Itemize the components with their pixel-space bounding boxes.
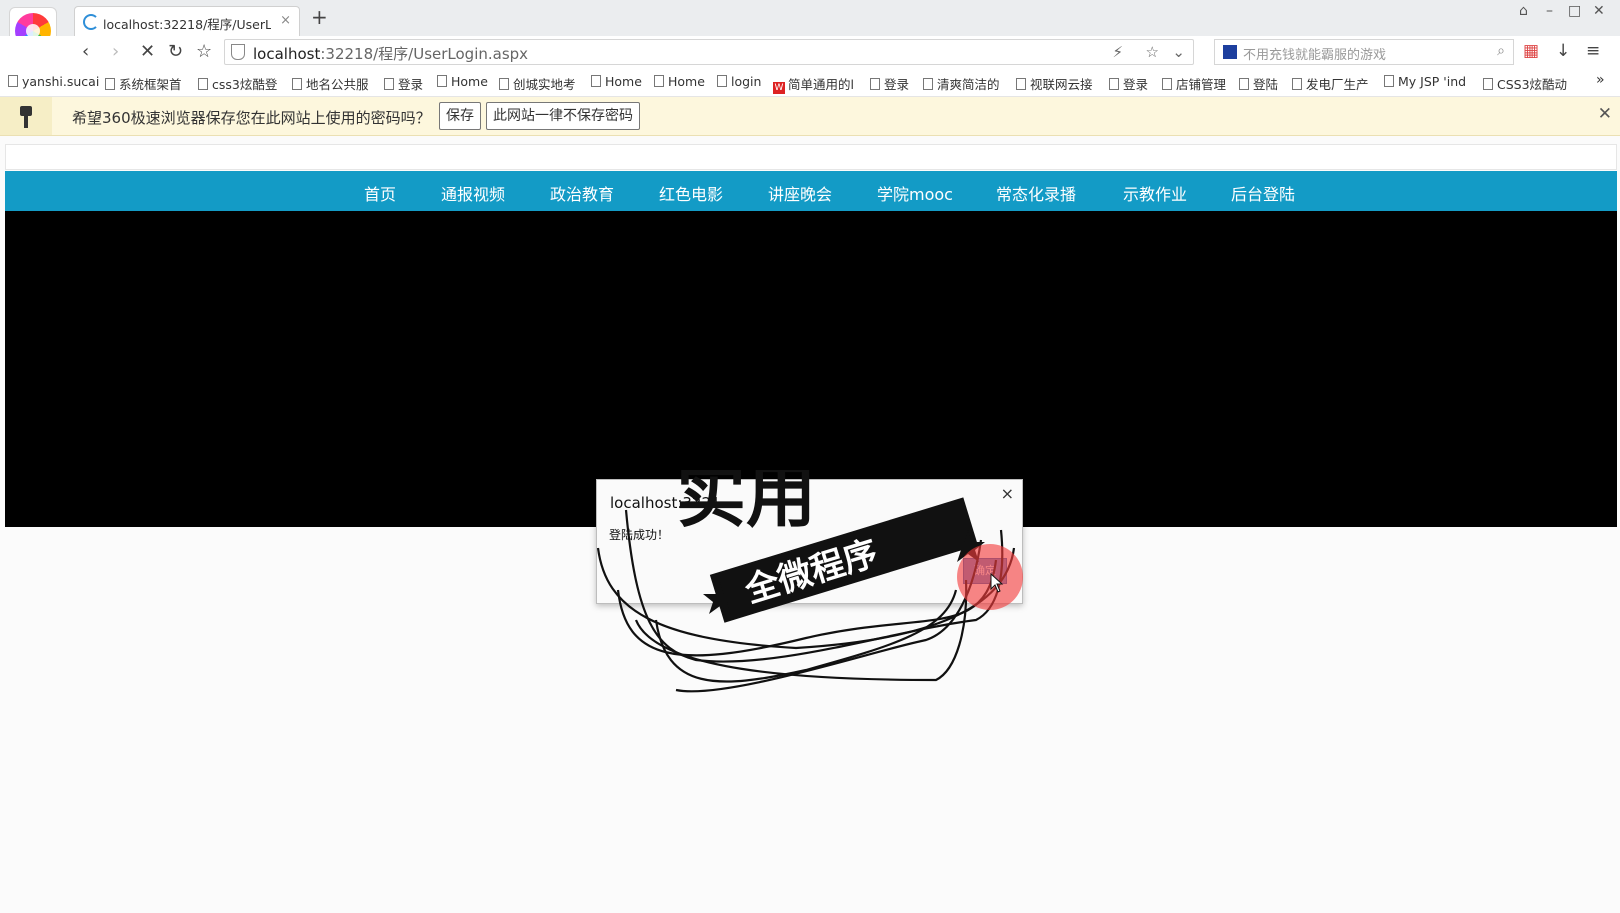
- bookmark-item[interactable]: css3炫酷登: [198, 74, 277, 93]
- menu-icon[interactable]: ≡: [1586, 41, 1600, 61]
- search-placeholder: 不用充钱就能霸服的游戏: [1243, 48, 1387, 63]
- bookmarks-more-icon[interactable]: »: [1596, 72, 1605, 88]
- dialog-title: localhost:3221: [610, 494, 721, 512]
- password-save-message: 希望360极速浏览器保存您在此网站上使用的密码吗？: [72, 109, 431, 127]
- dialog-close-icon[interactable]: ×: [1001, 484, 1014, 503]
- bookmark-item[interactable]: 创城实地考: [499, 74, 576, 93]
- speed-mode-icon[interactable]: ⚡: [1112, 43, 1123, 61]
- bookmark-item[interactable]: My JSP 'ind: [1384, 74, 1466, 89]
- download-icon[interactable]: ↓: [1556, 41, 1570, 61]
- bookmark-item[interactable]: 登录: [1109, 74, 1148, 93]
- nav-item-political-education[interactable]: 政治教育: [550, 181, 614, 205]
- page-icon: [591, 75, 601, 87]
- bookmark-item[interactable]: 店铺管理: [1162, 74, 1226, 93]
- page-icon: [923, 78, 933, 90]
- page-icon: [1292, 78, 1302, 90]
- bookmark-item[interactable]: 地名公共服: [292, 74, 369, 93]
- page-icon: [1016, 78, 1026, 90]
- browser-tab[interactable]: localhost:32218/程序/UserLo ×: [74, 6, 300, 36]
- tab-close-icon[interactable]: ×: [280, 13, 291, 28]
- new-tab-button[interactable]: +: [311, 5, 328, 29]
- nav-item-lectures[interactable]: 讲座晚会: [768, 181, 832, 205]
- password-save-bar: 希望360极速浏览器保存您在此网站上使用的密码吗？ 保存 此网站一律不保存密码 …: [0, 97, 1620, 136]
- maximize-button[interactable]: □: [1568, 3, 1581, 19]
- bookmark-item[interactable]: 清爽简洁的: [923, 74, 1000, 93]
- page-icon: [384, 78, 394, 90]
- page-icon: [870, 78, 880, 90]
- bookmark-item[interactable]: 登录: [384, 74, 423, 93]
- page-icon: [717, 75, 727, 87]
- page-icon: [1109, 78, 1119, 90]
- alert-dialog: localhost:3221 登陆成功！ × 确定: [596, 479, 1023, 604]
- bookmark-item[interactable]: yanshi.sucai: [8, 74, 99, 89]
- bookmarks-bar: yanshi.sucai 系统框架首 css3炫酷登 地名公共服 登录 Home…: [0, 68, 1620, 97]
- bookmark-item[interactable]: 系统框架首: [105, 74, 182, 93]
- page-icon: [1239, 78, 1249, 90]
- bookmark-item[interactable]: 登陆: [1239, 74, 1278, 93]
- bookmark-item[interactable]: Home: [591, 74, 642, 89]
- page-icon: [8, 75, 18, 87]
- page-icon: [198, 78, 208, 90]
- site-navigation: 首页 通报视频 政治教育 红色电影 讲座晚会 学院mooc 常态化录播 示教作业…: [5, 171, 1617, 211]
- url-path: :32218/程序/UserLogin.aspx: [320, 45, 529, 63]
- ok-button[interactable]: 确定: [963, 558, 1007, 584]
- page-icon: [654, 75, 664, 87]
- nav-item-mooc[interactable]: 学院mooc: [877, 181, 953, 205]
- toolbar: ‹ › ✕ ↻ ☆ localhost:32218/程序/UserLogin.a…: [0, 36, 1620, 68]
- tab-strip: localhost:32218/程序/UserLo × + ⌂ – □ ✕: [0, 0, 1620, 55]
- bookmark-item[interactable]: W 简单通用的l: [773, 74, 854, 94]
- apps-grid-icon[interactable]: ▦: [1523, 41, 1539, 61]
- bookmark-item[interactable]: 发电厂生产: [1292, 74, 1369, 93]
- search-box[interactable]: 不用充钱就能霸服的游戏 ⌕: [1214, 39, 1514, 65]
- save-password-button[interactable]: 保存: [439, 102, 481, 130]
- url-dropdown-icon[interactable]: ⌄: [1172, 43, 1185, 61]
- page-header-strip: [5, 144, 1617, 170]
- nav-item-home[interactable]: 首页: [364, 181, 396, 205]
- page-icon: [437, 75, 447, 87]
- close-icon[interactable]: ✕: [1598, 104, 1612, 124]
- back-icon[interactable]: ‹: [82, 41, 89, 62]
- address-bar[interactable]: localhost:32218/程序/UserLogin.aspx ⚡ ☆ ⌄: [224, 39, 1194, 65]
- skin-icon[interactable]: ⌂: [1519, 3, 1528, 19]
- nav-item-red-movies[interactable]: 红色电影: [659, 181, 723, 205]
- bookmark-item[interactable]: 视联网云接: [1016, 74, 1093, 93]
- bookmark-item[interactable]: CSS3炫酷动: [1483, 74, 1567, 93]
- nav-item-recording[interactable]: 常态化录播: [996, 181, 1076, 205]
- forward-icon[interactable]: ›: [112, 41, 119, 62]
- bookmark-item[interactable]: Home: [437, 74, 488, 89]
- reload-icon[interactable]: ↻: [168, 41, 183, 62]
- never-save-password-button[interactable]: 此网站一律不保存密码: [486, 102, 640, 130]
- tab-title: localhost:32218/程序/UserLo: [103, 17, 271, 32]
- dialog-message: 登陆成功！: [609, 528, 670, 542]
- security-shield-icon: [231, 44, 245, 60]
- minimize-button[interactable]: –: [1546, 3, 1553, 19]
- bookmark-item[interactable]: Home: [654, 74, 705, 89]
- nav-item-report-video[interactable]: 通报视频: [441, 181, 505, 205]
- home-star-icon[interactable]: ☆: [196, 41, 212, 62]
- bookmark-star-icon[interactable]: ☆: [1146, 43, 1159, 61]
- red-logo-icon: W: [773, 82, 785, 94]
- nav-item-admin-login[interactable]: 后台登陆: [1231, 181, 1295, 205]
- bookmark-item[interactable]: 登录: [870, 74, 909, 93]
- page-icon: [499, 78, 509, 90]
- bookmark-item[interactable]: login: [717, 74, 761, 89]
- page-icon: [1483, 78, 1493, 90]
- key-icon: [0, 97, 52, 135]
- page-icon: [1384, 75, 1394, 87]
- page-icon: [1162, 78, 1172, 90]
- close-window-button[interactable]: ✕: [1593, 3, 1605, 19]
- page-icon: [292, 78, 302, 90]
- url-host: localhost: [253, 45, 321, 63]
- search-icon[interactable]: ⌕: [1497, 43, 1505, 59]
- loading-favicon-icon: [83, 14, 99, 30]
- nav-item-homework[interactable]: 示教作业: [1123, 181, 1187, 205]
- stop-icon[interactable]: ✕: [140, 41, 155, 62]
- page-icon: [105, 78, 115, 90]
- search-engine-icon: [1223, 45, 1237, 59]
